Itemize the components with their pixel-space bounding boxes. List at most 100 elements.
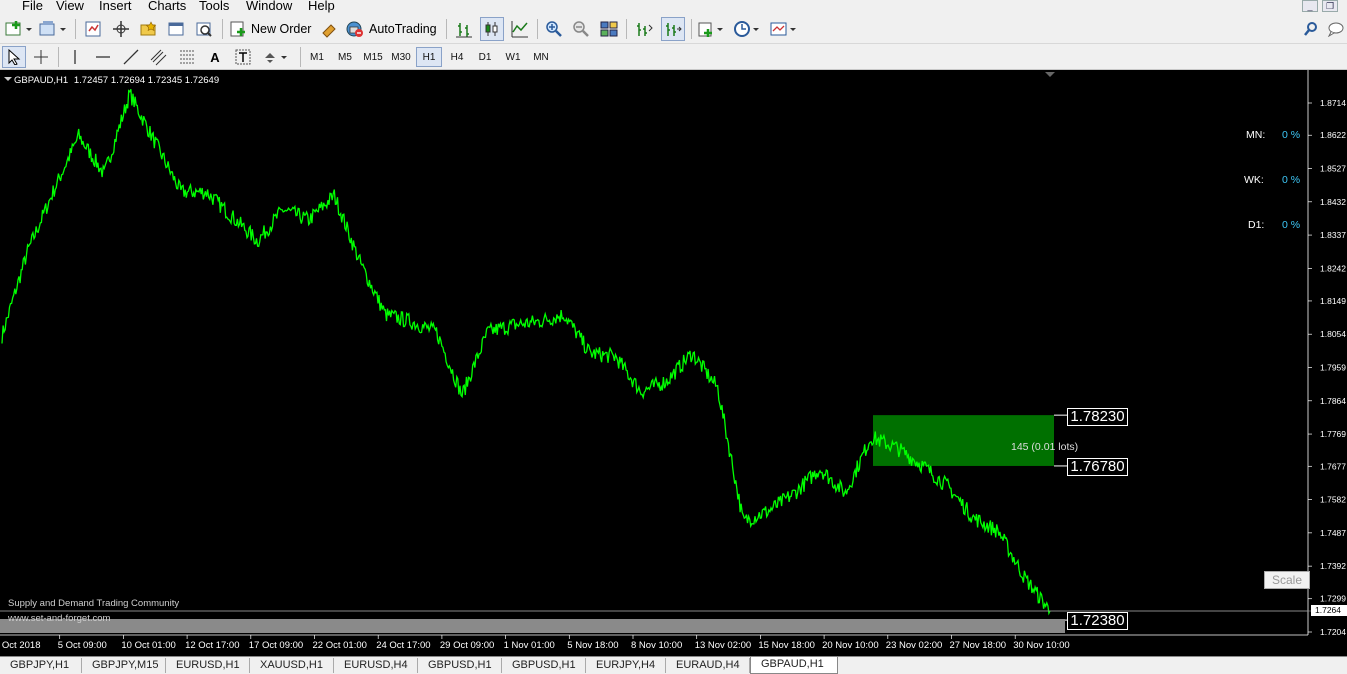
bar-chart-button[interactable] [453, 18, 475, 40]
chat-button[interactable] [1326, 18, 1346, 40]
time-tick-label: 8 Nov 10:00 [631, 640, 682, 651]
price-tick-label: 1.7769 [1320, 429, 1346, 439]
timeframe-m5[interactable]: M5 [332, 47, 358, 67]
strategy-tester-button[interactable] [193, 18, 215, 40]
menu-view[interactable]: View [56, 0, 84, 13]
time-tick-label: 22 Oct 01:00 [313, 640, 367, 651]
timeframe-d1[interactable]: D1 [472, 47, 498, 67]
timeframe-w1[interactable]: W1 [500, 47, 526, 67]
market-watch-button[interactable] [82, 18, 104, 40]
menu-charts[interactable]: Charts [148, 0, 186, 13]
watermark-text: Supply and Demand Trading Community [8, 598, 180, 609]
trendline-button[interactable] [120, 46, 142, 68]
price-tick-label: 1.8242 [1320, 263, 1346, 273]
candlestick-chart-button[interactable] [480, 17, 504, 41]
channel-icon [150, 49, 167, 66]
stat-wk-value: 0 % [1282, 174, 1301, 186]
chat-icon [1327, 22, 1344, 37]
terminal-button[interactable] [165, 18, 187, 40]
cursor-icon [8, 49, 21, 65]
timeframe-m15[interactable]: M15 [360, 47, 386, 67]
time-tick-label: 30 Nov 10:00 [1013, 640, 1070, 651]
crosshair-move-icon [113, 21, 129, 37]
autotrading-button[interactable]: AutoTrading [345, 18, 439, 40]
menu-file[interactable]: File [22, 0, 43, 13]
menu-tools[interactable]: Tools [199, 0, 229, 13]
time-tick-label: 23 Nov 02:00 [886, 640, 943, 651]
cursor-button[interactable] [2, 46, 26, 68]
menu-insert[interactable]: Insert [99, 0, 132, 13]
price-chart[interactable]: 1.8714 1.8622 1.8527 1.8432 1.8337 1.8242 1.81… [0, 70, 1347, 656]
zoom-out-button[interactable] [570, 18, 592, 40]
tab-gbpjpy-m15[interactable]: GBPJPY,M15 [82, 658, 166, 673]
vertical-line-button[interactable] [64, 46, 86, 68]
standard-toolbar: New Order AutoTrading [0, 14, 1347, 44]
text-label-button[interactable] [232, 46, 254, 68]
scale-button[interactable]: Scale [1264, 571, 1310, 589]
timeframe-h4[interactable]: H4 [444, 47, 470, 67]
minimize-icon[interactable]: _ [1302, 0, 1318, 12]
line-chart-icon [511, 21, 528, 38]
time-tick-label: 12 Oct 17:00 [185, 640, 239, 651]
new-order-button[interactable]: New Order [229, 18, 313, 40]
level-label-lower[interactable]: 1.76780 [1067, 458, 1128, 476]
chart-header: GBPAUD,H1 1.72457 1.72694 1.72345 1.7264… [14, 75, 219, 86]
search-icon [1304, 22, 1317, 36]
tab-eurusd-h1[interactable]: EURUSD,H1 [166, 658, 250, 673]
crosshair-button[interactable] [30, 46, 52, 68]
time-tick-label: 10 Oct 01:00 [121, 640, 175, 651]
bar-chart-icon [456, 23, 472, 38]
profiles-icon [39, 21, 66, 36]
text-tool-icon: A [210, 49, 220, 65]
indicators-icon [698, 22, 723, 37]
tab-eurjpy-h4[interactable]: EURJPY,H4 [586, 658, 666, 673]
level-label-target[interactable]: 1.72380 [1067, 612, 1128, 630]
horizontal-line-button[interactable] [92, 46, 114, 68]
new-chart-button[interactable] [4, 18, 34, 40]
favorites-button[interactable] [137, 18, 159, 40]
metaeditor-button[interactable] [318, 18, 340, 40]
periods-button[interactable] [733, 18, 763, 40]
candlestick-icon [485, 22, 498, 36]
chart-shift-button[interactable] [633, 18, 655, 40]
timeframe-h1[interactable]: H1 [416, 47, 442, 67]
vertical-line-icon [74, 50, 76, 64]
fibonacci-button[interactable] [176, 46, 198, 68]
time-tick-label: 27 Nov 18:00 [950, 640, 1007, 651]
templates-button[interactable] [770, 18, 800, 40]
autotrading-label: AutoTrading [369, 22, 437, 36]
menu-bar: File View Insert Charts Tools Window Hel… [0, 0, 1347, 14]
timeframe-m1[interactable]: M1 [304, 47, 330, 67]
menu-help[interactable]: Help [308, 0, 335, 13]
tab-gbpusd-h1[interactable]: GBPUSD,H1 [418, 658, 502, 673]
tab-xauusd-h1[interactable]: XAUUSD,H1 [250, 658, 334, 673]
equidistant-channel-button[interactable] [148, 46, 170, 68]
autotrading-icon [346, 21, 363, 37]
text-button[interactable]: A [204, 46, 226, 68]
zoom-in-button[interactable] [543, 18, 565, 40]
tab-euraud-h4[interactable]: EURAUD,H4 [666, 658, 750, 673]
price-tick-label: 1.7299 [1320, 594, 1346, 604]
profiles-button[interactable] [38, 18, 68, 40]
price-tick-label: 1.7487 [1320, 528, 1346, 538]
new-order-label: New Order [251, 22, 312, 36]
menu-window[interactable]: Window [246, 0, 292, 13]
level-label-upper[interactable]: 1.78230 [1067, 408, 1128, 426]
tab-gbpaud-h1[interactable]: GBPAUD,H1 [750, 657, 838, 674]
tab-eurusd-h4[interactable]: EURUSD,H4 [334, 658, 418, 673]
tab-gbpusd-h1-2[interactable]: GBPUSD,H1 [502, 658, 586, 673]
autoscroll-button[interactable] [661, 17, 685, 41]
arrows-button[interactable] [260, 46, 292, 68]
search-button[interactable] [1301, 18, 1321, 40]
indicators-button[interactable] [697, 18, 727, 40]
price-tick-label: 1.7204 [1320, 627, 1346, 637]
tile-windows-button[interactable] [598, 18, 620, 40]
line-chart-button[interactable] [509, 18, 531, 40]
navigator-button[interactable] [110, 18, 132, 40]
tab-gbpjpy-h1[interactable]: GBPJPY,H1 [0, 658, 82, 673]
timeframe-m30[interactable]: M30 [388, 47, 414, 67]
time-tick-label: 15 Nov 18:00 [758, 640, 815, 651]
restore-icon[interactable]: ❐ [1322, 0, 1338, 12]
timeframe-mn[interactable]: MN [528, 47, 554, 67]
watermark-url: www.set-and-forget.com [8, 613, 111, 624]
